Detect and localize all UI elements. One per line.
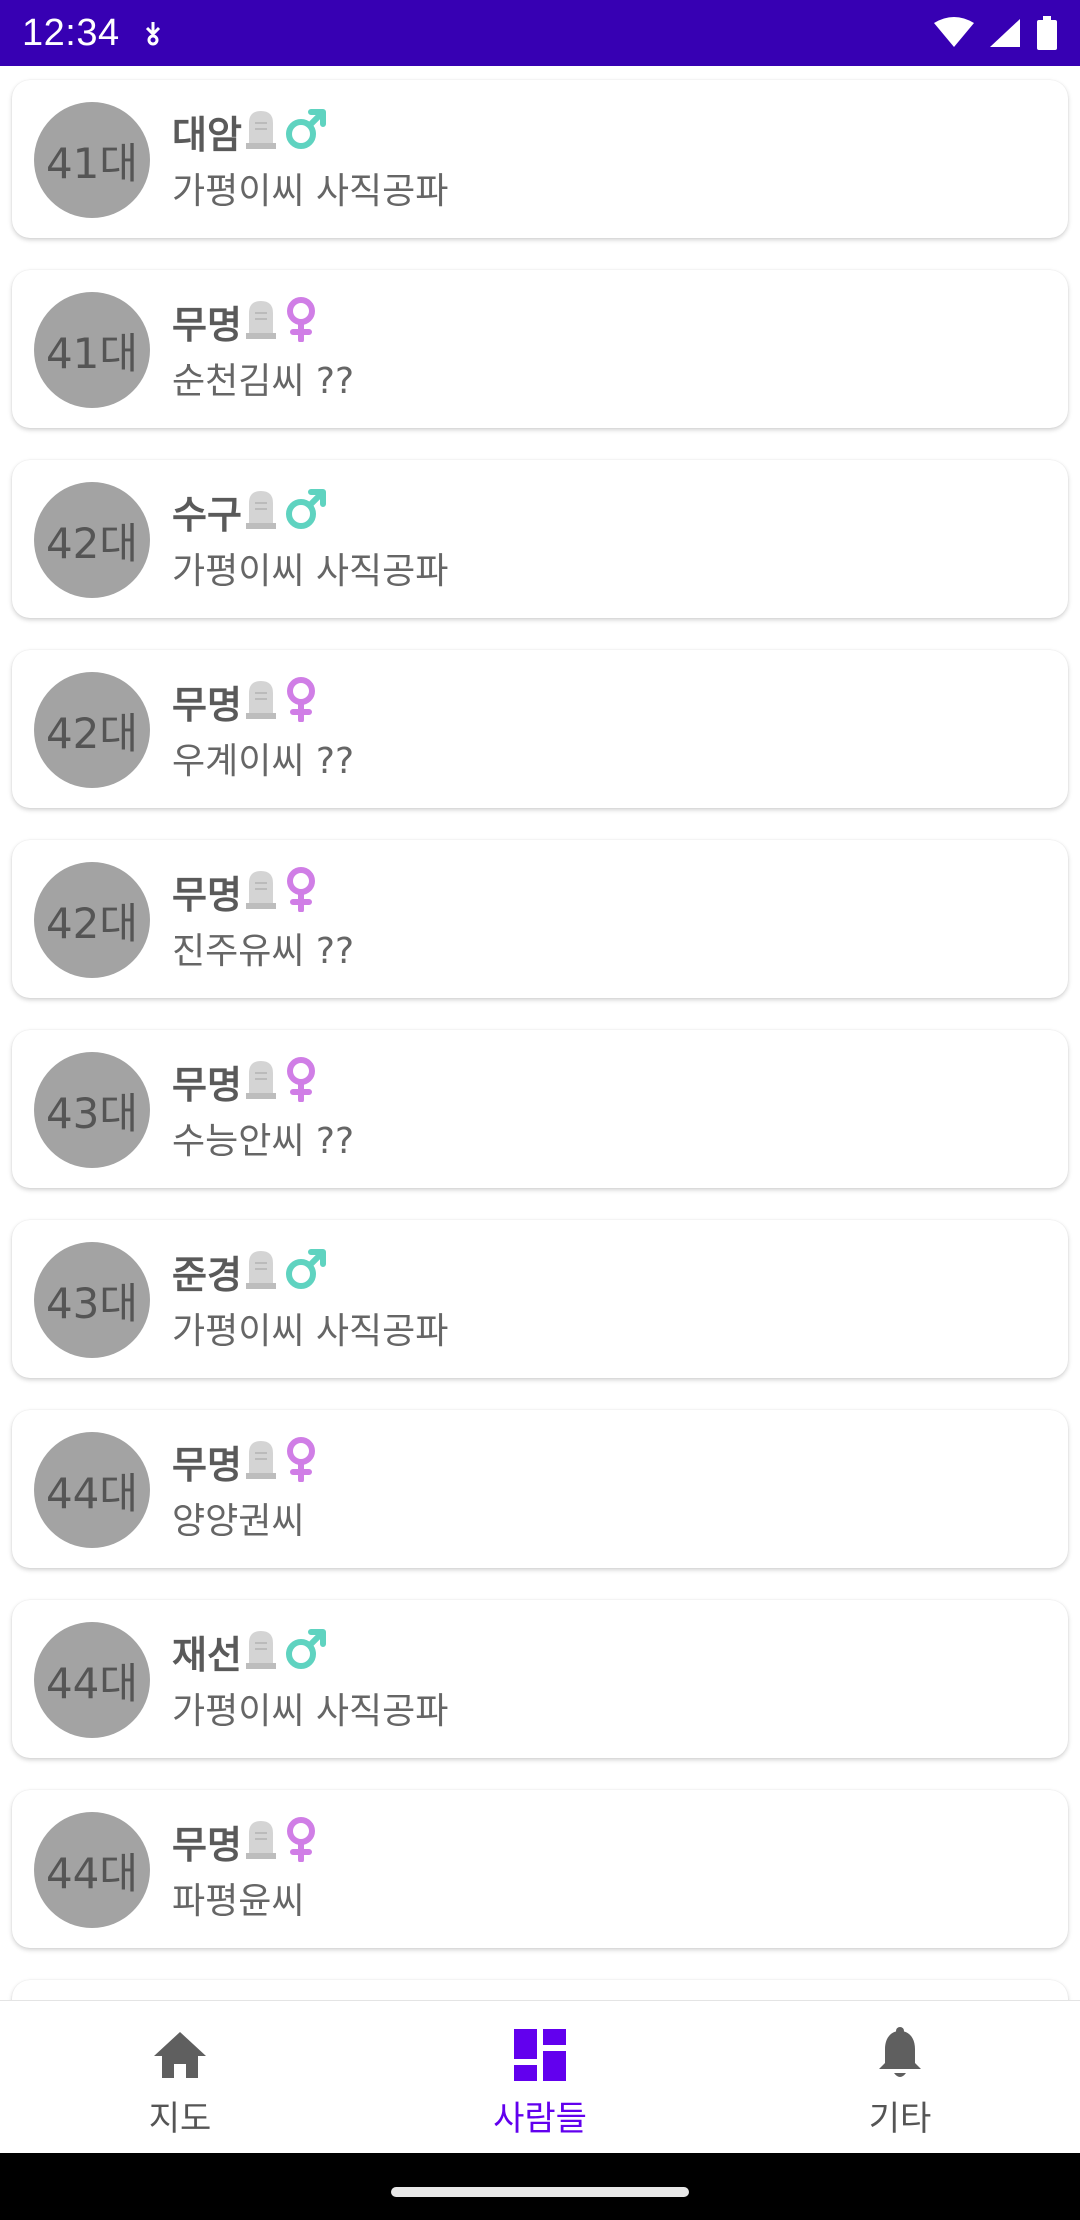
female-sign-icon	[284, 1056, 318, 1106]
male-sign-icon	[284, 487, 328, 535]
status-bar: 12:34	[0, 0, 1080, 66]
gesture-bar	[0, 2153, 1080, 2220]
nav-label-map: 지도	[148, 2099, 212, 2139]
tombstone-icon	[245, 1059, 276, 1103]
nav-item-map[interactable]: 지도	[0, 2001, 360, 2154]
female-sign-icon	[284, 1816, 318, 1866]
people-list[interactable]: 41대 대암 가평이씨 사직공파 41대 무명 순천김씨 ?? 42대 수구 가평이씨 사직공파…	[0, 66, 1080, 2000]
person-name-line: 무명	[172, 1056, 318, 1107]
generation-avatar: 43대	[34, 1242, 150, 1358]
nav-item-etc[interactable]: 기타	[720, 2001, 1080, 2154]
tombstone-icon	[245, 109, 276, 153]
person-clan: 가평이씨 사직공파	[172, 551, 449, 592]
wifi-icon	[934, 17, 974, 49]
bell-icon	[876, 2027, 924, 2083]
female-sign-icon	[284, 1436, 318, 1486]
person-name: 무명	[172, 682, 242, 727]
person-name: 대암	[172, 112, 242, 157]
male-sign-icon	[284, 1627, 328, 1675]
female-sign-icon	[284, 866, 318, 916]
cell-signal-icon	[988, 17, 1022, 49]
status-time: 12:34	[22, 11, 120, 54]
person-clan: 양양권씨	[172, 1501, 305, 1542]
tombstone-icon	[245, 1439, 276, 1483]
person-name-line: 대암	[172, 106, 328, 157]
data-saver-icon	[142, 20, 164, 46]
person-name: 준경	[172, 1252, 242, 1297]
bottom-navigation: 지도 사람들 기타	[0, 2000, 1080, 2154]
generation-avatar: 44대	[34, 1432, 150, 1548]
person-name: 무명	[172, 1442, 242, 1487]
person-clan: 파평윤씨	[172, 1881, 305, 1922]
person-clan: 진주유씨 ??	[172, 931, 355, 972]
person-name-line: 무명	[172, 676, 318, 727]
tombstone-icon	[245, 679, 276, 723]
person-name-line: 무명	[172, 866, 318, 917]
female-sign-icon	[284, 676, 318, 726]
person-name-line: 준경	[172, 1246, 328, 1297]
person-name-line: 무명	[172, 1816, 318, 1867]
person-clan: 수능안씨 ??	[172, 1121, 355, 1162]
person-name: 무명	[172, 1822, 242, 1867]
person-clan: 가평이씨 사직공파	[172, 1691, 449, 1732]
person-name: 무명	[172, 1062, 242, 1107]
person-card[interactable]: 44대 재선가평이씨 사직공파	[12, 1600, 1068, 1758]
tombstone-icon	[245, 489, 276, 533]
person-name-line: 무명	[172, 296, 318, 347]
tombstone-icon	[245, 869, 276, 913]
dashboard-icon	[514, 2027, 566, 2083]
female-sign-icon	[284, 296, 318, 346]
home-icon	[152, 2027, 208, 2083]
person-card[interactable]: 43대 준경가평이씨 사직공파	[12, 1220, 1068, 1378]
person-card[interactable]: 41대 무명순천김씨 ??	[12, 270, 1068, 428]
person-card-partial[interactable]	[12, 1980, 1068, 2000]
person-card[interactable]: 41대 대암가평이씨 사직공파	[12, 80, 1068, 238]
generation-avatar: 41대	[34, 102, 150, 218]
person-card[interactable]: 44대 무명양양권씨	[12, 1410, 1068, 1568]
tombstone-icon	[245, 299, 276, 343]
nav-item-people[interactable]: 사람들	[360, 2001, 720, 2154]
person-card[interactable]: 42대 무명우계이씨 ??	[12, 650, 1068, 808]
person-name: 수구	[172, 492, 242, 537]
person-card[interactable]: 42대 무명진주유씨 ??	[12, 840, 1068, 998]
person-card[interactable]: 44대 무명파평윤씨	[12, 1790, 1068, 1948]
generation-avatar: 43대	[34, 1052, 150, 1168]
person-card[interactable]: 43대 무명수능안씨 ??	[12, 1030, 1068, 1188]
tombstone-icon	[245, 1629, 276, 1673]
generation-avatar: 42대	[34, 862, 150, 978]
person-name: 재선	[172, 1632, 242, 1677]
generation-avatar: 41대	[34, 292, 150, 408]
person-name: 무명	[172, 302, 242, 347]
person-clan: 우계이씨 ??	[172, 741, 355, 782]
generation-avatar: 42대	[34, 672, 150, 788]
generation-avatar: 44대	[34, 1622, 150, 1738]
person-clan: 가평이씨 사직공파	[172, 1311, 449, 1352]
person-clan: 가평이씨 사직공파	[172, 171, 449, 212]
person-name-line: 수구	[172, 486, 328, 537]
nav-label-people: 사람들	[493, 2099, 587, 2139]
person-name: 무명	[172, 872, 242, 917]
male-sign-icon	[284, 1247, 328, 1295]
person-name-line: 재선	[172, 1626, 328, 1677]
person-card[interactable]: 42대 수구가평이씨 사직공파	[12, 460, 1068, 618]
nav-label-etc: 기타	[868, 2099, 932, 2139]
male-sign-icon	[284, 107, 328, 155]
person-name-line: 무명	[172, 1436, 318, 1487]
tombstone-icon	[245, 1819, 276, 1863]
generation-avatar: 44대	[34, 1812, 150, 1928]
generation-avatar: 42대	[34, 482, 150, 598]
home-gesture-handle[interactable]	[391, 2187, 689, 2197]
tombstone-icon	[245, 1249, 276, 1293]
battery-icon	[1036, 16, 1058, 50]
person-clan: 순천김씨 ??	[172, 361, 355, 402]
